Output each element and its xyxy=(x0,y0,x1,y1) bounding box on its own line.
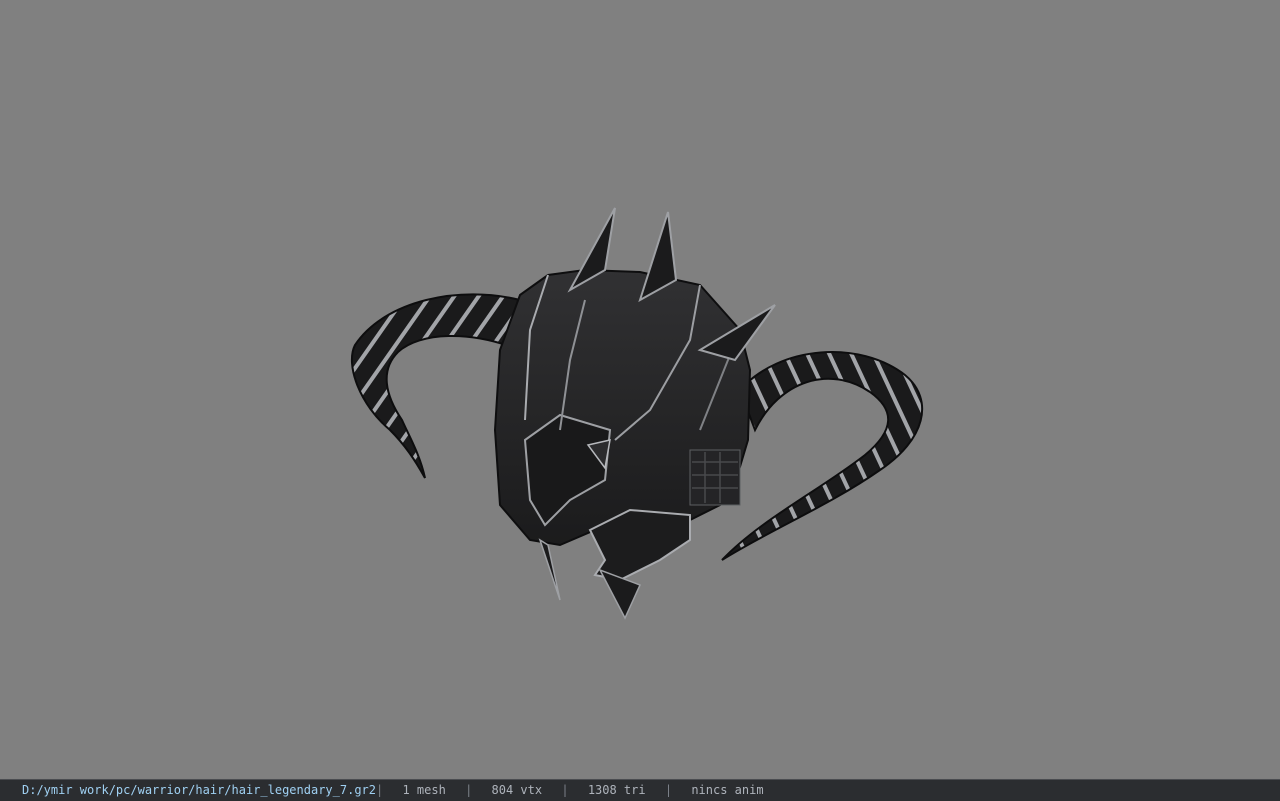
helmet-body xyxy=(493,268,752,582)
separator: | xyxy=(376,783,384,797)
model-preview[interactable] xyxy=(0,0,1280,778)
model-stats: | 1 mesh | 804 vtx | 1308 tri | nincs an… xyxy=(370,780,770,801)
right-horn xyxy=(721,351,924,561)
file-path: D:/ymir work/pc/warrior/hair/hair_legend… xyxy=(22,783,377,797)
vertex-count: 804 vtx xyxy=(491,783,543,797)
separator: | xyxy=(664,783,673,797)
separator: | xyxy=(561,783,569,797)
triangle-count: 1308 tri xyxy=(587,783,646,797)
animation-status: nincs anim xyxy=(691,783,764,797)
3d-viewport[interactable] xyxy=(0,0,1280,778)
mesh-count: 1 mesh xyxy=(402,783,446,797)
separator: | xyxy=(465,783,473,797)
left-horn xyxy=(350,293,521,479)
status-bar: D:/ymir work/pc/warrior/hair/hair_legend… xyxy=(0,779,1280,801)
